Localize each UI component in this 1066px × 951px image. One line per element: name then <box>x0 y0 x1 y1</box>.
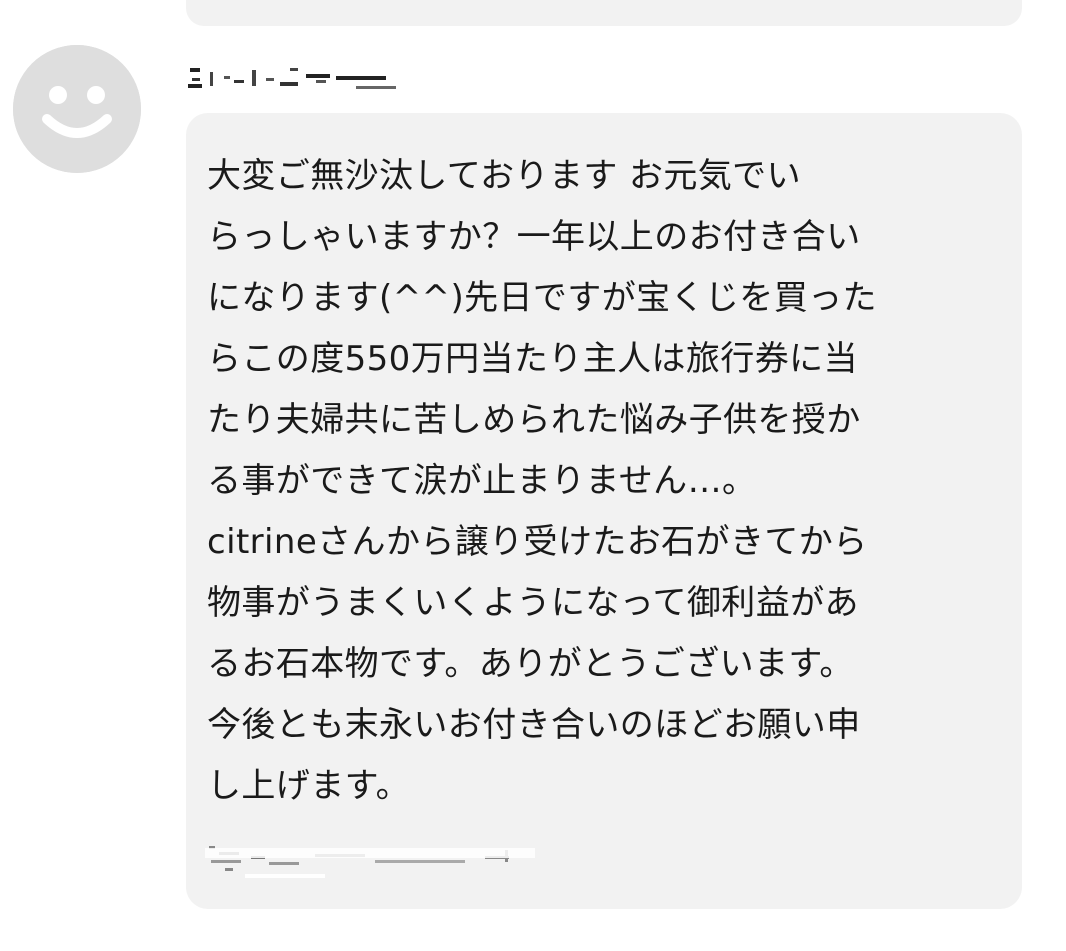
redaction-scribble <box>205 842 565 882</box>
redaction-scribble <box>186 66 416 92</box>
message-line: らこの度550万円当たり主人は旅行券に当 <box>207 339 858 379</box>
message-line: citrineさんから譲り受けたお石がきてから <box>207 522 868 562</box>
chat-screen: 大変ご無沙汰しております お元気でい らっしゃいますか？一年以上のお付き合い に… <box>0 0 1066 951</box>
message-line: らっしゃいますか？一年以上のお付き合い <box>207 217 861 257</box>
message-line: 大変ご無沙汰しております お元気でい <box>207 156 801 196</box>
message-line: るお石本物です。ありがとうございます。 <box>207 644 854 684</box>
smiley-avatar-icon <box>13 45 141 173</box>
message-line: 物事がうまくいくようになって御利益があ <box>207 583 859 623</box>
message-line: 今後とも末永いお付き合いのほどお願い申 <box>207 705 861 745</box>
message-text: 大変ご無沙汰しております お元気でい らっしゃいますか？一年以上のお付き合い に… <box>207 146 1007 817</box>
sender-avatar[interactable] <box>13 45 141 173</box>
previous-message-bubble[interactable] <box>186 0 1022 26</box>
message-line: たり夫婦共に苦しめられた悩み子供を授か <box>207 400 861 440</box>
signature-redacted <box>205 828 565 894</box>
message-line: し上げます。 <box>207 766 410 806</box>
sender-name-redacted <box>186 58 416 98</box>
message-line: る事ができて涙が止まりません…。 <box>207 461 757 501</box>
message-line: になります(^^)先日ですが宝くじを買った <box>207 278 877 318</box>
